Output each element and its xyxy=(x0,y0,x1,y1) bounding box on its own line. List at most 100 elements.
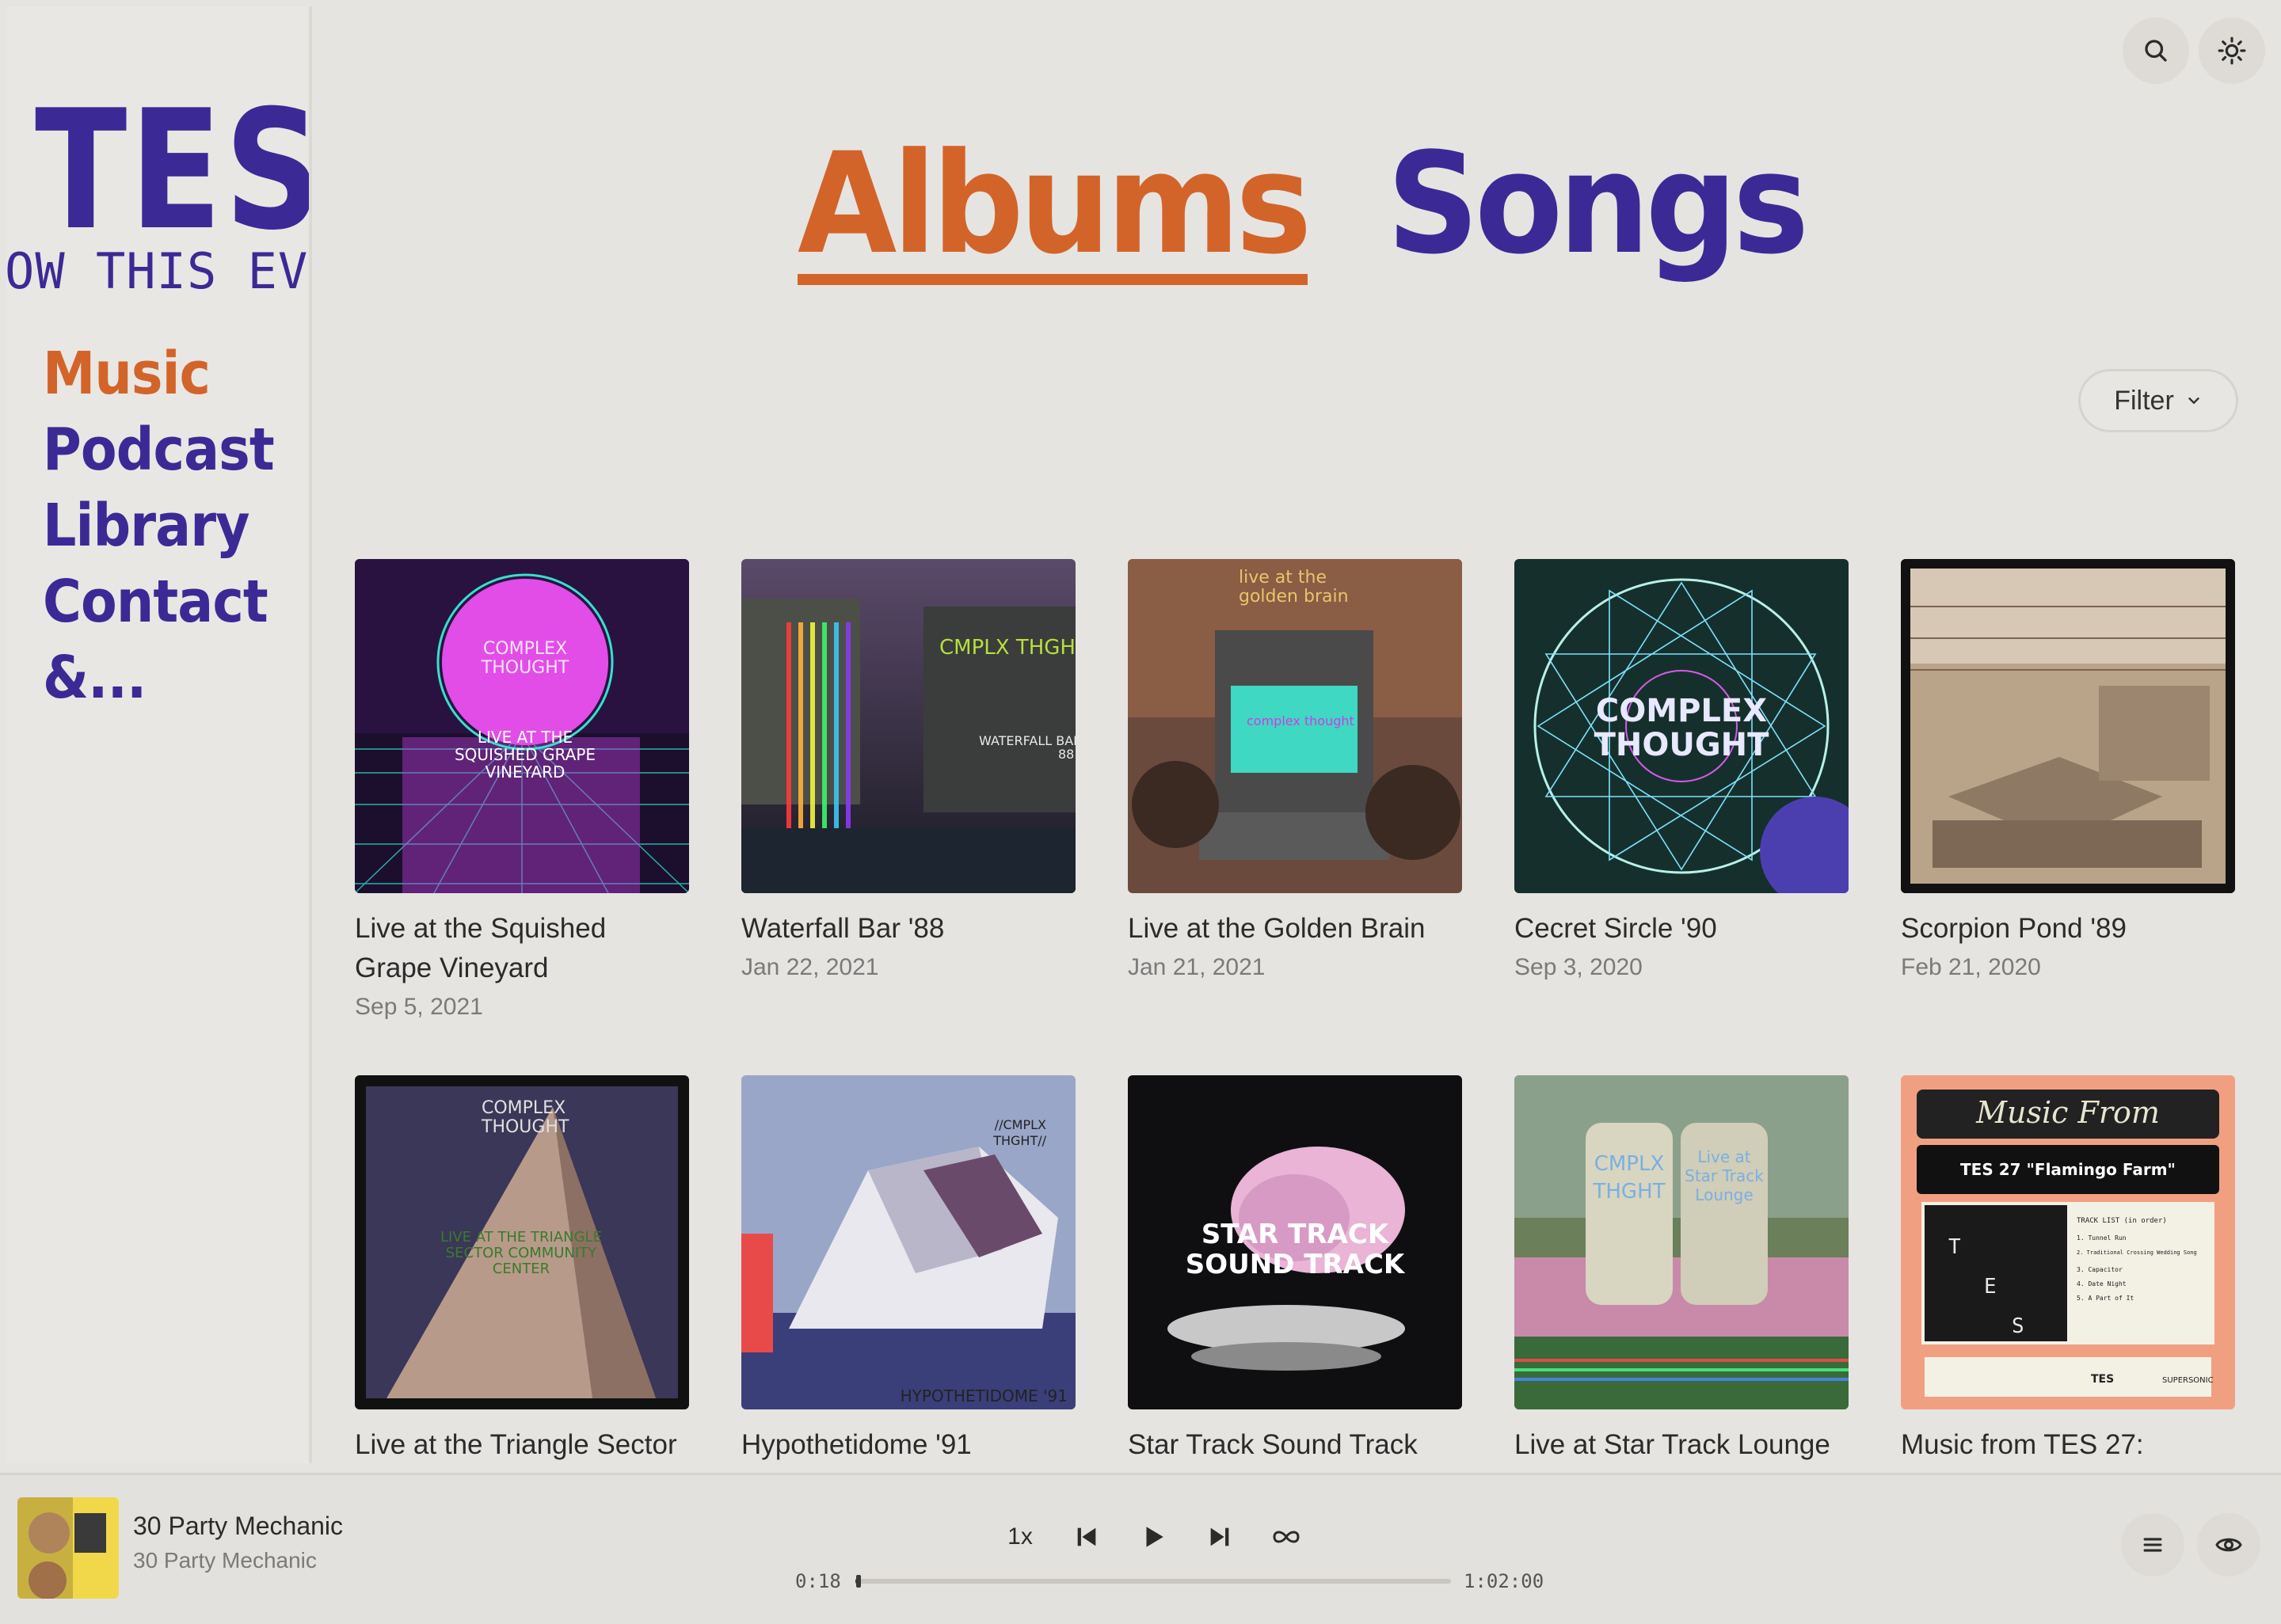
album-card[interactable]: //CMPLX THGHT// HYPOTHETIDOME '91 Hypoth… xyxy=(741,1075,1076,1465)
album-card[interactable]: COMPLEX THOUGHT LIVE AT THE TRIANGLE SEC… xyxy=(355,1075,689,1465)
eye-icon xyxy=(2215,1538,2242,1552)
cover-text: COMPLEX xyxy=(482,1098,565,1118)
album-cover[interactable]: COMPLEX THOUGHT LIVE AT THE SQUISHED GRA… xyxy=(355,559,689,893)
list-icon xyxy=(2143,1538,2162,1552)
album-card[interactable]: CMPLX THGHT WATERFALL BAR 88 Waterfall B… xyxy=(741,559,1076,987)
search-button[interactable] xyxy=(2123,17,2189,84)
tab-songs[interactable]: Songs xyxy=(1387,135,1809,274)
loop-button[interactable] xyxy=(1267,1515,1305,1559)
nav-item-podcast[interactable]: Podcast xyxy=(43,412,275,488)
album-card[interactable]: CMPLX THGHT Live at Star Track Lounge Li… xyxy=(1514,1075,1849,1465)
next-button[interactable] xyxy=(1202,1515,1237,1559)
album-title[interactable]: Star Track Sound Track xyxy=(1128,1425,1462,1465)
album-cover[interactable]: CMPLX THGHT Live at Star Track Lounge xyxy=(1514,1075,1849,1409)
album-card[interactable]: Scorpion Pond '89 Feb 21, 2020 xyxy=(1901,559,2235,987)
album-date: Jan 21, 2021 xyxy=(1128,954,1266,980)
cover-text: SUPERSONIC xyxy=(2162,1376,2214,1385)
playback-speed-button[interactable]: 1x xyxy=(1003,1515,1038,1559)
queue-button[interactable] xyxy=(2121,1513,2184,1576)
album-title[interactable]: Scorpion Pond '89 xyxy=(1901,909,2235,949)
cover-text: SQUISHED GRAPE xyxy=(455,745,596,764)
cover-text: THOUGHT xyxy=(481,658,569,678)
cover-text: E xyxy=(1984,1275,1997,1299)
filter-dropdown[interactable]: Filter xyxy=(2078,369,2238,432)
cover-text: TES xyxy=(2091,1373,2114,1386)
album-date: Jan 22, 2021 xyxy=(741,954,879,980)
cover-text: golden brain xyxy=(1239,587,1349,607)
album-title[interactable]: Live at the Squished Grape Vineyard xyxy=(355,909,689,988)
cover-text: LIVE AT THE TRIANGLE xyxy=(440,1229,602,1246)
album-cover[interactable]: COMPLEX THOUGHT LIVE AT THE TRIANGLE SEC… xyxy=(355,1075,689,1409)
main-content: Albums Songs Filter COMPLEX THOUGHT LIVE… xyxy=(317,0,2281,1473)
album-cover[interactable]: Music From TES 27 "Flamingo Farm" T E S … xyxy=(1901,1075,2235,1409)
cover-text: SECTOR COMMUNITY xyxy=(446,1245,597,1261)
cover-text: 5. A Part of It xyxy=(2077,1295,2134,1302)
progress-handle[interactable] xyxy=(855,1575,861,1588)
cover-text: CENTER xyxy=(493,1261,550,1277)
previous-button[interactable] xyxy=(1069,1515,1104,1559)
skip-forward-icon xyxy=(1210,1527,1229,1546)
album-title[interactable]: Live at the Triangle Sector xyxy=(355,1425,689,1465)
main-nav: Music Podcast Library Contact &... xyxy=(43,336,299,716)
album-date: Feb 21, 2020 xyxy=(1901,954,2041,980)
cover-text: Star Track xyxy=(1685,1166,1764,1185)
cover-text: 2. Traditional Crossing Wedding Song xyxy=(2077,1249,2197,1256)
album-card[interactable]: COMPLEX THOUGHT Cecret Sircle '90 Sep 3,… xyxy=(1514,559,1849,987)
cover-text: Live at xyxy=(1697,1147,1750,1166)
album-cover[interactable]: live at the golden brain complex thought xyxy=(1128,559,1462,893)
cover-text: TRACK LIST (in order) xyxy=(2077,1217,2167,1225)
theme-toggle-button[interactable] xyxy=(2199,17,2265,84)
sun-icon xyxy=(2218,36,2246,65)
album-title[interactable]: Live at Star Track Lounge xyxy=(1514,1425,1849,1465)
cover-text: 3. Capacitor xyxy=(2077,1266,2123,1273)
tab-albums[interactable]: Albums xyxy=(797,135,1312,285)
album-title[interactable]: Hypothetidome '91 xyxy=(741,1425,1076,1465)
nav-item-music[interactable]: Music xyxy=(43,336,274,412)
album-cover[interactable]: //CMPLX THGHT// HYPOTHETIDOME '91 xyxy=(741,1075,1076,1409)
visualizer-button[interactable] xyxy=(2197,1513,2260,1576)
album-title[interactable]: Waterfall Bar '88 xyxy=(741,909,1076,949)
cover-text: S xyxy=(2012,1314,2024,1338)
sidebar: TES OW THIS EVE Music Podcast Library Co… xyxy=(6,6,312,1463)
album-card[interactable]: STAR TRACK SOUND TRACK Star Track Sound … xyxy=(1128,1075,1462,1465)
nav-item-more[interactable]: &... xyxy=(43,640,274,716)
cover-text: 1. Tunnel Run xyxy=(2077,1234,2127,1242)
progress-bar[interactable] xyxy=(855,1575,1451,1588)
play-button[interactable] xyxy=(1136,1515,1171,1559)
album-cover[interactable]: CMPLX THGHT WATERFALL BAR 88 xyxy=(741,559,1076,893)
album-title[interactable]: Music from TES 27: xyxy=(1901,1425,2235,1465)
cover-text: //CMPLX xyxy=(995,1117,1046,1132)
now-playing-title[interactable]: 30 Party Mechanic xyxy=(133,1512,343,1541)
album-card[interactable]: live at the golden brain complex thought… xyxy=(1128,559,1462,987)
site-logo[interactable]: TES xyxy=(35,89,309,253)
elapsed-time: 0:18 xyxy=(795,1570,841,1592)
cover-text: Lounge xyxy=(1695,1185,1753,1204)
now-playing-artwork[interactable] xyxy=(17,1497,119,1599)
album-title[interactable]: Live at the Golden Brain xyxy=(1128,909,1462,949)
play-icon xyxy=(1146,1527,1163,1547)
cover-text: THOUGHT xyxy=(481,1117,569,1137)
cover-text: COMPLEX xyxy=(1596,693,1767,729)
cover-text: CMPLX xyxy=(1594,1152,1665,1176)
cover-text: Music From xyxy=(1975,1095,2160,1130)
now-playing-artist[interactable]: 30 Party Mechanic xyxy=(133,1548,317,1573)
nav-item-contact[interactable]: Contact xyxy=(43,564,274,640)
album-cover[interactable]: STAR TRACK SOUND TRACK xyxy=(1128,1075,1462,1409)
chevron-down-icon xyxy=(2188,397,2199,404)
cover-text: live at the xyxy=(1239,568,1327,588)
cover-text: VINEYARD xyxy=(486,763,565,782)
player-bar: 30 Party Mechanic 30 Party Mechanic 1x 0… xyxy=(0,1473,2281,1624)
album-card[interactable]: Music From TES 27 "Flamingo Farm" T E S … xyxy=(1901,1075,2235,1465)
cover-text: THOUGHT xyxy=(1594,727,1770,763)
cover-text: CMPLX THGHT xyxy=(939,636,1076,660)
album-cover[interactable]: COMPLEX THOUGHT xyxy=(1514,559,1849,893)
album-title[interactable]: Cecret Sircle '90 xyxy=(1514,909,1849,949)
nav-item-library[interactable]: Library xyxy=(43,488,274,564)
cover-text: THGHT// xyxy=(992,1133,1046,1148)
album-cover[interactable] xyxy=(1901,559,2235,893)
cover-text: STAR TRACK xyxy=(1201,1219,1390,1250)
cover-text: HYPOTHETIDOME '91 xyxy=(901,1386,1068,1405)
cover-text: LIVE AT THE xyxy=(478,728,573,747)
album-card[interactable]: COMPLEX THOUGHT LIVE AT THE SQUISHED GRA… xyxy=(355,559,689,1026)
cover-text: complex thought xyxy=(1247,713,1354,728)
